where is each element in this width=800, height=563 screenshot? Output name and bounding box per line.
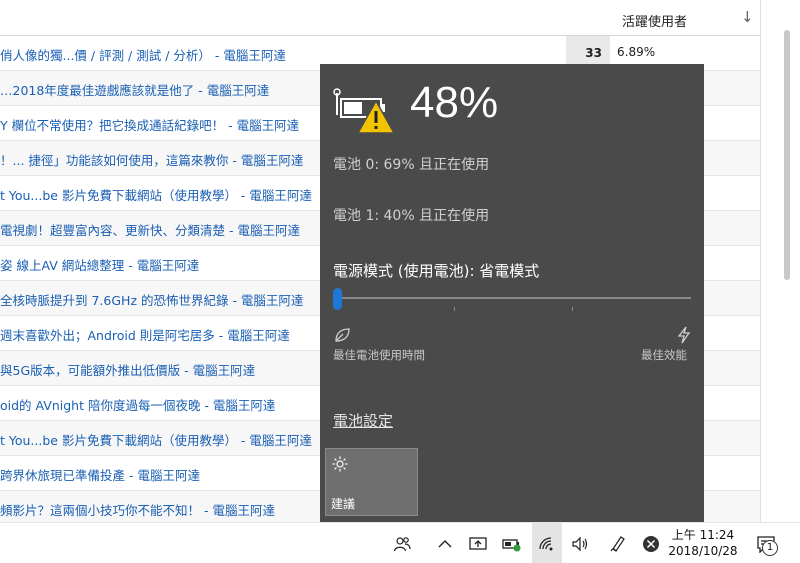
battery-icon[interactable] — [498, 523, 526, 563]
battery1-status: 電池 1: 40% 且正在使用 — [333, 208, 490, 224]
people-icon[interactable] — [388, 523, 416, 563]
row-title-link[interactable]: ！... 捷徑」功能該如何使用，這篇來教你 - 電腦王阿達 — [0, 150, 330, 169]
row-title-link[interactable]: 姿 線上AV 網站總整理 - 電腦王阿達 — [0, 255, 330, 274]
battery-flyout: 48% 電池 0: 69% 且正在使用 電池 1: 40% 且正在使用 電源模式… — [320, 64, 704, 522]
row-title-link[interactable]: 跨界休旅現已準備投產 - 電腦王阿達 — [0, 465, 330, 484]
pen-icon[interactable] — [604, 523, 632, 563]
clock-date: 2018/10/28 — [668, 544, 738, 558]
taskbar: 上午 11:24 2018/10/28 — [0, 522, 800, 563]
active-users-header[interactable]: 活躍使用者 — [622, 11, 687, 30]
battery-settings-link[interactable]: 電池設定 — [333, 410, 393, 431]
best-battery-label: 最佳電池使用時間 — [333, 348, 425, 362]
arrow-down-icon[interactable]: ↓ — [741, 8, 754, 26]
slider-tick — [454, 307, 455, 311]
row-title-link[interactable]: oid的 AVnight 陪你度過每一個夜晚 - 電腦王阿達 — [0, 395, 330, 414]
recommendation-label: 建議 — [331, 497, 356, 511]
row-title-link[interactable]: 與5G版本，可能額外推出低價版 - 電腦王阿達 — [0, 360, 330, 379]
lightning-icon — [677, 326, 691, 344]
row-title-link[interactable]: …2018年度最佳遊戲應該就是他了 - 電腦王阿達 — [0, 80, 330, 99]
clock[interactable]: 上午 11:24 2018/10/28 — [660, 523, 746, 563]
best-performance-label: 最佳效能 — [641, 348, 687, 362]
power-slider-track[interactable] — [333, 297, 691, 299]
row-percentage: 6.89% — [617, 45, 656, 59]
row-title-link[interactable]: 頻影片？這兩個小技巧你不能不知！ - 電腦王阿達 — [0, 500, 330, 519]
display-icon[interactable] — [464, 523, 492, 563]
brightness-icon — [332, 456, 348, 472]
slider-tick — [572, 307, 573, 311]
volume-icon[interactable] — [566, 523, 594, 563]
row-title-link[interactable]: t You...be 影片免費下載網站（使用教學） - 電腦王阿達 — [0, 185, 330, 204]
wifi-icon[interactable] — [532, 523, 562, 563]
recommendation-tile[interactable]: 建議 — [325, 448, 418, 516]
clock-time: 上午 11:24 — [671, 528, 735, 542]
battery-warning-icon — [333, 88, 396, 134]
notification-badge: 1 — [762, 540, 778, 556]
row-title-link[interactable]: 全核時脈提升到 7.6GHz 的恐怖世界紀錄 - 電腦王阿達 — [0, 290, 330, 309]
row-title-link[interactable]: 電視劇！超豐富內容、更新快、分類清楚 - 電腦王阿達 — [0, 220, 330, 239]
scrollbar-thumb[interactable] — [784, 30, 790, 280]
leaf-icon — [335, 328, 350, 342]
table-header: 活躍使用者 ↓ — [0, 0, 760, 36]
chevron-up-icon[interactable] — [432, 523, 458, 563]
row-title-link[interactable]: Y 欄位不常使用？把它換成通話紀錄吧！ - 電腦王阿達 — [0, 115, 330, 134]
power-slider-thumb[interactable] — [333, 288, 342, 310]
scrollbar-track[interactable] — [760, 0, 800, 522]
battery0-status: 電池 0: 69% 且正在使用 — [333, 157, 490, 173]
battery-percentage: 48% — [410, 78, 499, 127]
row-title-link[interactable]: t You...be 影片免費下載網站（使用教學） - 電腦王阿達 — [0, 430, 330, 449]
row-title-link[interactable]: 俏人像的獨...價 / 評測 / 測試 / 分析） - 電腦王阿達 — [0, 45, 330, 64]
power-mode-label: 電源模式 (使用電池): 省電模式 — [333, 262, 540, 280]
row-title-link[interactable]: 週末喜歡外出；Android 則是阿宅居多 - 電腦王阿達 — [0, 325, 330, 344]
